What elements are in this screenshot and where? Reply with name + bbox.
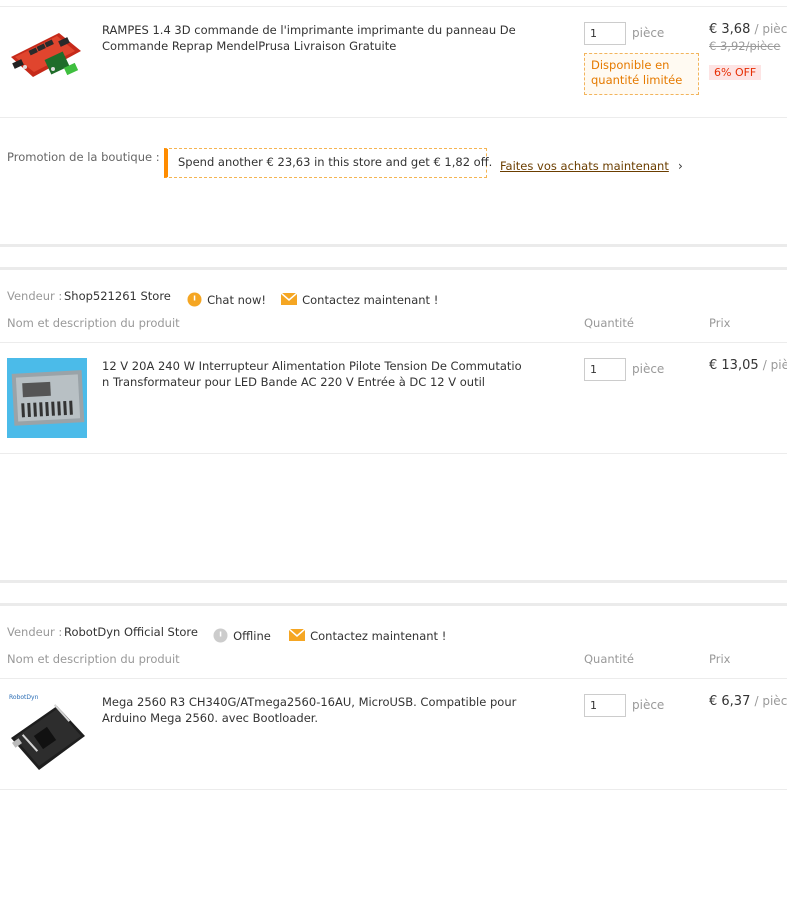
offline-label: Offline	[233, 629, 271, 643]
chat-now-label: Chat now!	[207, 293, 266, 307]
shop-now-link-wrap[interactable]: Faites vos achats maintenant ›	[500, 155, 683, 174]
contact-label: Contactez maintenant !	[310, 629, 447, 643]
price-value: € 13,05	[709, 358, 759, 373]
unit-label: pièce	[632, 698, 665, 712]
column-product: Nom et description du produit	[7, 316, 180, 330]
divider	[0, 117, 787, 118]
unit-label: pièce	[632, 362, 665, 376]
column-product: Nom et description du produit	[7, 652, 180, 666]
price: € 6,37 / pièce	[709, 694, 787, 709]
contact-button[interactable]: Contactez maintenant !	[288, 625, 447, 644]
original-price: € 3,92/pièce	[709, 39, 781, 53]
quantity-input[interactable]	[584, 694, 626, 717]
divider	[0, 453, 787, 454]
product-image[interactable]	[7, 25, 83, 91]
price: € 3,68 / pièce	[709, 22, 787, 37]
chat-now-button[interactable]: Chat now!	[187, 289, 266, 308]
section-separator	[0, 267, 787, 270]
price-value: € 3,68	[709, 22, 751, 37]
price-value: € 6,37	[709, 694, 751, 709]
seller-label: Vendeur :	[7, 625, 63, 639]
price-unit: / pièce	[754, 694, 787, 708]
column-quantity: Quantité	[584, 316, 634, 330]
product-title[interactable]: RAMPES 1.4 3D commande de l'imprimante i…	[102, 22, 522, 54]
divider	[0, 6, 787, 7]
chat-icon	[187, 292, 202, 307]
rampes-board-image	[11, 33, 81, 77]
seller-name[interactable]: RobotDyn Official Store	[64, 625, 198, 639]
contact-button[interactable]: Contactez maintenant !	[280, 289, 439, 308]
price-unit: / pièce	[754, 22, 787, 36]
section-separator	[0, 603, 787, 606]
promotion-label: Promotion de la boutique :	[7, 150, 160, 164]
divider	[0, 678, 787, 679]
shop-now-link[interactable]: Faites vos achats maintenant	[500, 159, 669, 173]
mail-icon	[280, 292, 298, 305]
seller-label: Vendeur :	[7, 289, 63, 303]
promotion-message: Spend another € 23,63 in this store and …	[164, 148, 492, 178]
divider	[0, 789, 787, 790]
contact-label: Contactez maintenant !	[302, 293, 439, 307]
unit-label: pièce	[632, 26, 665, 40]
mail-icon	[288, 628, 306, 641]
brand-logo: RobotDyn	[9, 694, 39, 701]
quantity-input[interactable]	[584, 358, 626, 381]
product-title[interactable]: 12 V 20A 240 W Interrupteur Alimentation…	[102, 358, 522, 390]
column-quantity: Quantité	[584, 652, 634, 666]
power-supply-image	[7, 358, 87, 438]
column-price: Prix	[709, 316, 731, 330]
seller-name[interactable]: Shop521261 Store	[64, 289, 171, 303]
quantity-input[interactable]	[584, 22, 626, 45]
offline-status: Offline	[213, 625, 271, 644]
divider	[0, 342, 787, 343]
price: € 13,05 / pièce	[709, 358, 787, 373]
column-price: Prix	[709, 652, 731, 666]
discount-badge: 6% OFF	[709, 65, 762, 80]
product-title[interactable]: Mega 2560 R3 CH340G/ATmega2560-16AU, Mic…	[102, 694, 522, 726]
section-separator	[0, 244, 787, 247]
price-unit: / pièce	[762, 358, 787, 372]
limited-stock-notice: Disponible en quantité limitée	[584, 53, 699, 95]
product-image[interactable]: RobotDyn	[7, 694, 87, 774]
mega-board-image	[11, 704, 85, 770]
offline-icon	[213, 628, 228, 643]
section-separator	[0, 580, 787, 583]
chevron-right-icon: ›	[677, 159, 683, 173]
product-image[interactable]	[7, 358, 87, 438]
